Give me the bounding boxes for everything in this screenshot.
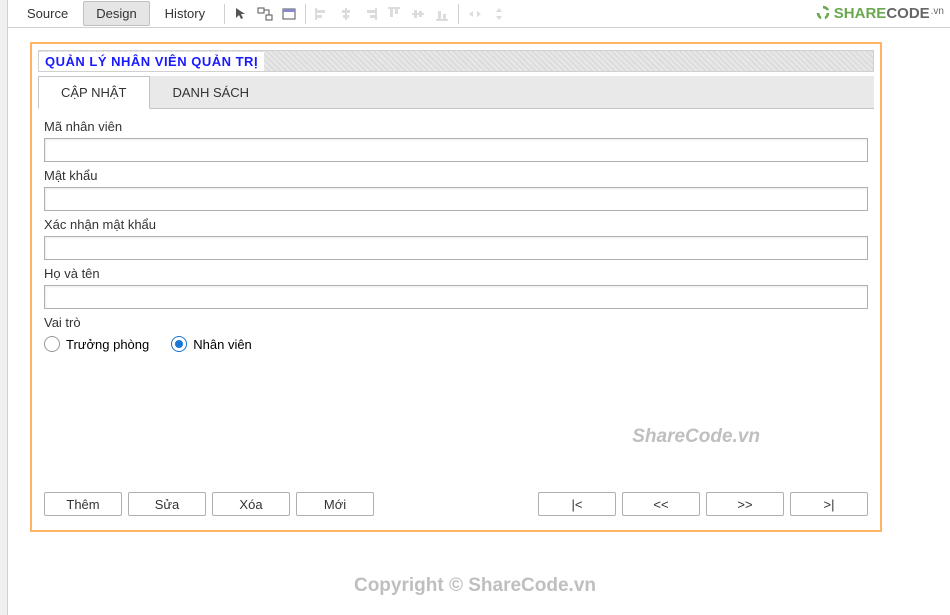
recycle-icon: [814, 4, 832, 22]
label-ma-nhan-vien: Mã nhân viên: [44, 119, 868, 134]
designer-panel[interactable]: QUẢN LÝ NHÂN VIÊN QUẢN TRỊ CẬP NHẬT DANH…: [30, 42, 882, 532]
field-xac-nhan: Xác nhận mật khẩu: [44, 217, 868, 260]
separator: [224, 4, 225, 24]
connection-mode-icon[interactable]: [255, 4, 275, 24]
separator: [305, 4, 306, 24]
sharecode-logo: SHARECODE.vn: [814, 4, 944, 22]
crud-buttons: Thêm Sửa Xóa Mới: [44, 492, 374, 516]
toolbar-group-resize: [465, 4, 509, 24]
panel-titlebar: QUẢN LÝ NHÂN VIÊN QUẢN TRỊ: [38, 50, 874, 72]
field-ma-nhan-vien: Mã nhân viên: [44, 119, 868, 162]
btn-first[interactable]: |<: [538, 492, 616, 516]
tab-source[interactable]: Source: [14, 1, 81, 26]
label-ho-ten: Họ và tên: [44, 266, 868, 281]
logo-text-code: CODE: [886, 5, 929, 22]
select-mode-icon[interactable]: [231, 4, 251, 24]
main-tab-row: CẬP NHẬT DANH SÁCH: [38, 76, 874, 109]
field-mat-khau: Mật khẩu: [44, 168, 868, 211]
btn-xoa[interactable]: Xóa: [212, 492, 290, 516]
btn-moi[interactable]: Mới: [296, 492, 374, 516]
align-left-icon: [312, 4, 332, 24]
form-area: Mã nhân viên Mật khẩu Xác nhận mật khẩu …: [38, 115, 874, 352]
button-row: Thêm Sửa Xóa Mới |< << >> >|: [44, 492, 868, 516]
radio-nhan-vien[interactable]: Nhân viên: [171, 336, 252, 352]
toolbar-group-1: [231, 4, 299, 24]
input-xac-nhan[interactable]: [44, 236, 868, 260]
tab-danh-sach[interactable]: DANH SÁCH: [150, 76, 273, 108]
left-gutter: [0, 0, 8, 615]
input-ho-ten[interactable]: [44, 285, 868, 309]
btn-sua[interactable]: Sửa: [128, 492, 206, 516]
preview-icon[interactable]: [279, 4, 299, 24]
tab-history[interactable]: History: [152, 1, 218, 26]
nav-buttons: |< << >> >|: [538, 492, 868, 516]
input-ma-nhan-vien[interactable]: [44, 138, 868, 162]
tab-cap-nhat[interactable]: CẬP NHẬT: [38, 76, 150, 109]
btn-prev[interactable]: <<: [622, 492, 700, 516]
radio-truong-phong[interactable]: Trưởng phòng: [44, 336, 149, 352]
label-mat-khau: Mật khẩu: [44, 168, 868, 183]
toolbar-group-align: [312, 4, 452, 24]
footer-copyright: Copyright © ShareCode.vn: [0, 575, 950, 597]
align-top-icon: [384, 4, 404, 24]
radio-group-vai-tro: Trưởng phòng Nhân viên: [44, 336, 868, 352]
input-mat-khau[interactable]: [44, 187, 868, 211]
align-right-icon: [360, 4, 380, 24]
field-ho-ten: Họ và tên: [44, 266, 868, 309]
field-vai-tro: Vai trò Trưởng phòng Nhân viên: [44, 315, 868, 352]
label-vai-tro: Vai trò: [44, 315, 868, 330]
label-xac-nhan: Xác nhận mật khẩu: [44, 217, 868, 232]
radio-icon: [44, 336, 60, 352]
radio-label: Trưởng phòng: [66, 337, 149, 352]
btn-last[interactable]: >|: [790, 492, 868, 516]
logo-text-vn: .vn: [931, 6, 944, 17]
btn-them[interactable]: Thêm: [44, 492, 122, 516]
separator: [458, 4, 459, 24]
panel-title: QUẢN LÝ NHÂN VIÊN QUẢN TRỊ: [39, 52, 264, 71]
tab-design[interactable]: Design: [83, 1, 149, 26]
align-center-h-icon: [336, 4, 356, 24]
same-width-icon: [465, 4, 485, 24]
align-center-v-icon: [408, 4, 428, 24]
logo-text-share: SHARE: [834, 5, 887, 22]
top-toolbar: Source Design History: [8, 0, 950, 28]
align-bottom-icon: [432, 4, 452, 24]
watermark: ShareCode.vn: [632, 426, 760, 448]
radio-label: Nhân viên: [193, 337, 252, 352]
radio-icon: [171, 336, 187, 352]
btn-next[interactable]: >>: [706, 492, 784, 516]
view-tabs: Source Design History: [8, 1, 218, 26]
same-height-icon: [489, 4, 509, 24]
